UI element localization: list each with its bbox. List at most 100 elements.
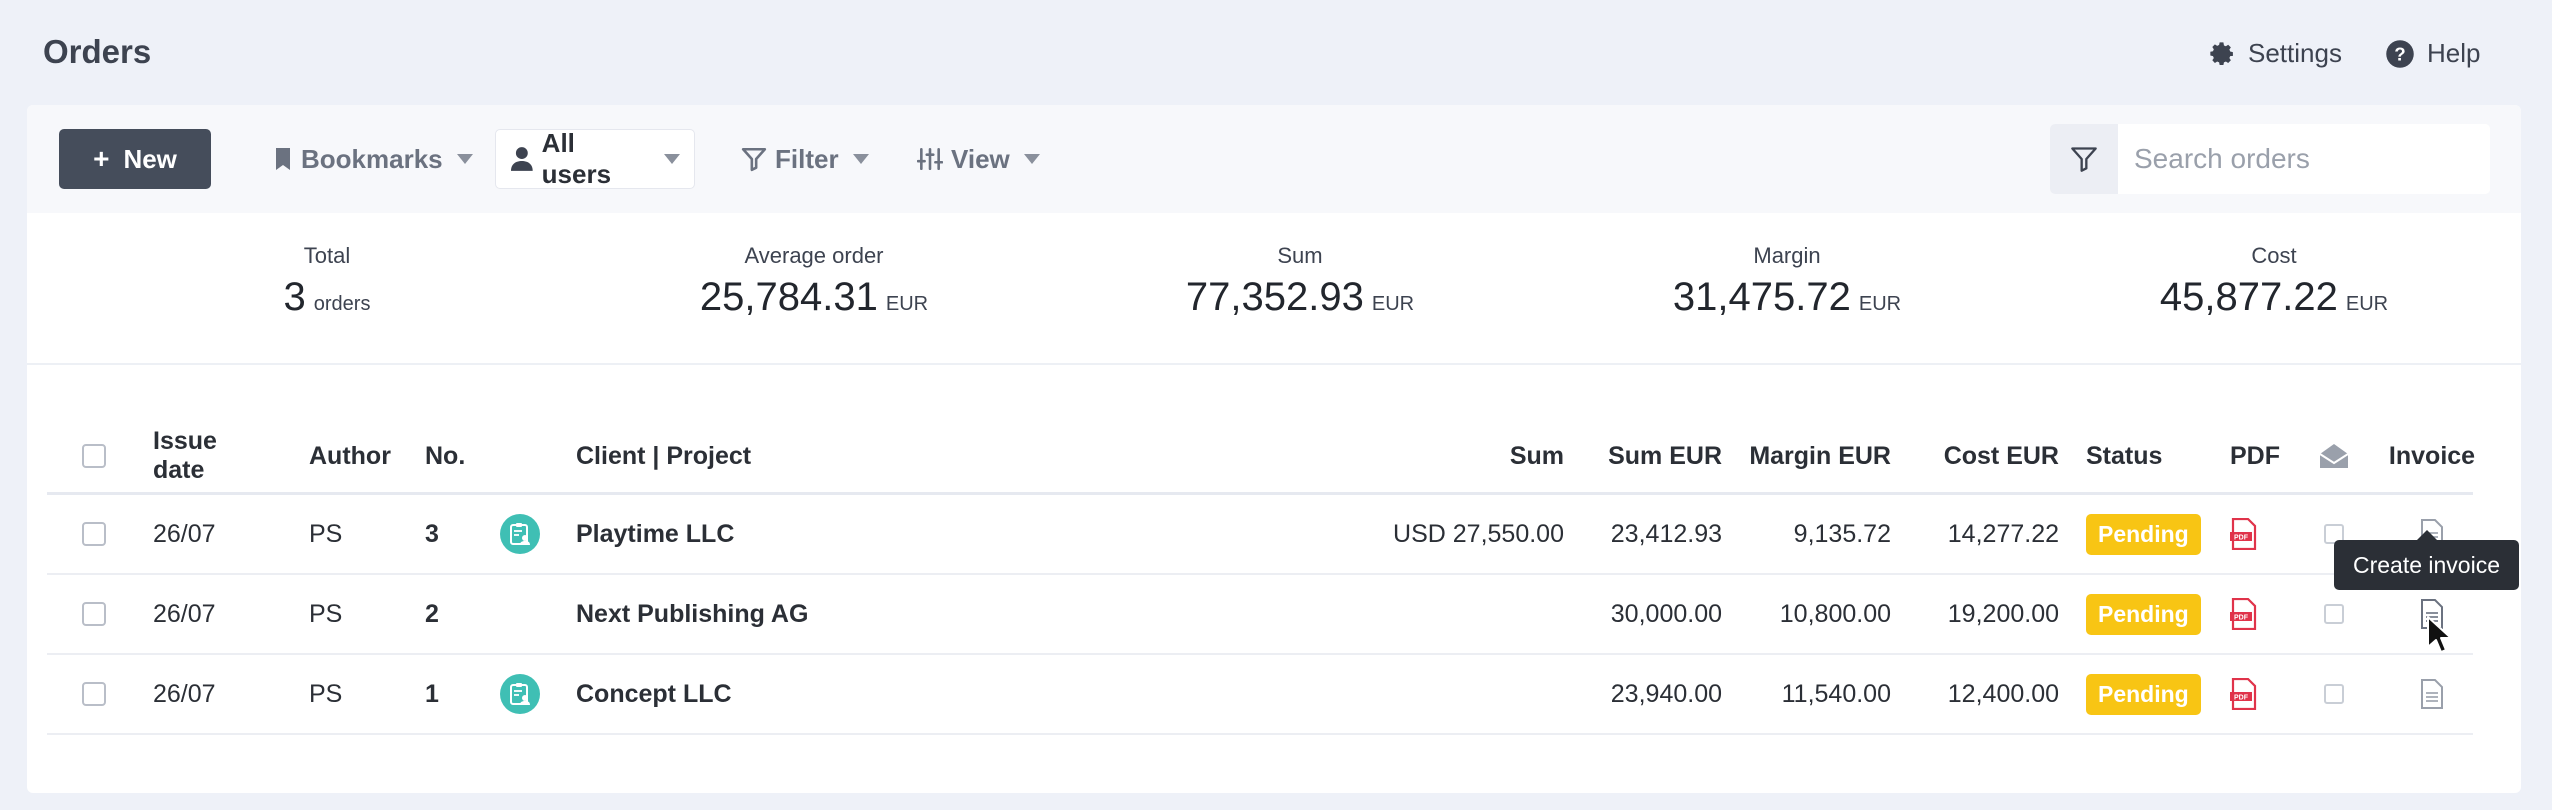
clipboard-user-icon — [510, 683, 530, 705]
new-order-button[interactable]: + New — [59, 129, 211, 189]
stat-total: Total 3 orders — [127, 243, 527, 320]
header-cost-eur[interactable]: Cost EUR — [1917, 420, 2059, 492]
status-badge[interactable]: Pending — [2086, 593, 2201, 635]
help-icon: ? — [2386, 39, 2414, 68]
help-label: Help — [2427, 38, 2481, 68]
select-all-checkbox[interactable] — [82, 444, 106, 468]
stat-value: 77,352.93 — [1185, 275, 1364, 319]
status-badge[interactable]: Pending — [2086, 673, 2201, 715]
row-cell — [500, 655, 560, 733]
row-cell: Pending — [2086, 655, 2206, 733]
header-author[interactable]: Author — [309, 420, 391, 492]
bookmarks-dropdown[interactable]: Bookmarks — [259, 129, 487, 189]
row-cell — [2304, 655, 2364, 733]
chevron-down-icon — [456, 154, 473, 164]
stat-margin: Margin 31,475.72 EUR — [1587, 243, 1987, 320]
cell-client[interactable]: Concept LLC — [576, 655, 1076, 733]
pdf-icon[interactable]: PDF — [2230, 598, 2258, 630]
row-cell: PDF — [2230, 575, 2290, 653]
header-email — [2304, 420, 2364, 492]
view-dropdown[interactable]: View — [903, 129, 1054, 189]
table-row[interactable]: 26/07 PS 3 Playtime LLC USD 27,550.00 23… — [47, 495, 2473, 575]
page-header: Orders Settings ? Help — [0, 0, 2552, 105]
create-invoice-tooltip: Create invoice — [2334, 530, 2519, 590]
filter-label: Filter — [775, 143, 839, 174]
table-row[interactable]: 26/07 PS 2 Next Publishing AG 30,000.00 … — [47, 575, 2473, 655]
cell-cost-eur: 14,277.22 — [1947, 519, 2059, 548]
row-checkbox[interactable] — [82, 602, 106, 626]
search-input[interactable] — [2118, 124, 2490, 194]
cell-number: 3 — [425, 519, 439, 548]
cell-margin-eur: 10,800.00 — [1779, 599, 1891, 628]
settings-link[interactable]: Settings — [2208, 38, 2342, 69]
header-invoice: Invoice — [2388, 441, 2476, 470]
cell-client[interactable]: Playtime LLC — [576, 495, 1076, 573]
bookmarks-label: Bookmarks — [301, 143, 443, 174]
header-sum[interactable]: Sum — [1247, 420, 1564, 492]
header-number[interactable]: No. — [425, 420, 475, 492]
email-sent-checkbox[interactable] — [2324, 604, 2344, 624]
stat-sum: Sum 77,352.93 EUR — [1100, 243, 1500, 320]
cell-author: PS — [309, 599, 343, 628]
header-sum-eur[interactable]: Sum EUR — [1587, 420, 1722, 492]
row-cell — [82, 495, 112, 573]
stat-unit: EUR — [2345, 293, 2389, 315]
row-cell — [2382, 655, 2482, 733]
stat-average-order: Average order 25,784.31 EUR — [614, 243, 1014, 320]
row-cell: Pending — [2086, 495, 2206, 573]
users-dropdown[interactable]: All users — [495, 128, 695, 189]
cell-sum — [1247, 655, 1564, 733]
envelope-open-icon — [2319, 444, 2349, 468]
row-checkbox[interactable] — [82, 522, 106, 546]
cell-sum: USD 27,550.00 — [1393, 519, 1564, 548]
header-issue-date[interactable]: Issue date — [153, 420, 273, 492]
pdf-icon[interactable]: PDF — [2230, 678, 2258, 710]
stat-unit: EUR — [1858, 293, 1902, 315]
svg-text:PDF: PDF — [2234, 535, 2249, 542]
cell-number: 2 — [425, 599, 439, 628]
row-cell — [82, 655, 112, 733]
cell-issue-date: 26/07 — [153, 679, 216, 708]
clipboard-user-icon — [510, 523, 530, 545]
search-filter-button[interactable] — [2050, 124, 2118, 194]
stat-value: 31,475.72 — [1672, 275, 1851, 319]
cell-author: PS — [309, 519, 343, 548]
header-client-project[interactable]: Client | Project — [576, 420, 1076, 492]
plus-icon: + — [93, 143, 110, 174]
filter-icon — [741, 147, 767, 172]
filter-icon — [2071, 147, 2097, 172]
table-row[interactable]: 26/07 PS 1 Concept LLC 23,940.00 11,540.… — [47, 655, 2473, 735]
new-button-label: New — [123, 143, 177, 174]
cell-sum — [1247, 575, 1564, 653]
email-sent-checkbox[interactable] — [2324, 684, 2344, 704]
header-status[interactable]: Status — [2086, 420, 2206, 492]
cell-sum-eur: 23,940.00 — [1610, 679, 1722, 708]
row-cell — [500, 495, 560, 573]
sliders-icon — [917, 147, 943, 171]
row-cell: Pending — [2086, 575, 2206, 653]
pdf-icon[interactable]: PDF — [2230, 518, 2258, 550]
cell-number: 1 — [425, 679, 439, 708]
user-icon — [510, 147, 533, 171]
chevron-down-icon — [664, 154, 680, 164]
status-badge[interactable]: Pending — [2086, 513, 2201, 555]
row-cell — [82, 575, 112, 653]
header-margin-eur[interactable]: Margin EUR — [1747, 420, 1891, 492]
help-link[interactable]: ? Help — [2385, 38, 2480, 69]
cell-sum-eur: 23,412.93 — [1610, 519, 1722, 548]
row-checkbox[interactable] — [82, 682, 106, 706]
cell-issue-date: 26/07 — [153, 519, 216, 548]
row-cell: PDF — [2230, 655, 2290, 733]
cell-sum-eur: 30,000.00 — [1610, 599, 1722, 628]
bookmark-icon — [276, 148, 290, 170]
view-label: View — [951, 143, 1010, 174]
stat-label: Total — [303, 243, 351, 268]
cell-margin-eur: 11,540.00 — [1781, 679, 1891, 708]
project-icon[interactable] — [500, 674, 540, 714]
cell-client[interactable]: Next Publishing AG — [576, 575, 1076, 653]
project-icon[interactable] — [500, 514, 540, 554]
stat-label: Sum — [1277, 243, 1323, 268]
invoice-document-icon[interactable] — [2419, 679, 2445, 709]
filter-dropdown[interactable]: Filter — [727, 129, 883, 189]
cell-margin-eur: 9,135.72 — [1793, 519, 1891, 548]
